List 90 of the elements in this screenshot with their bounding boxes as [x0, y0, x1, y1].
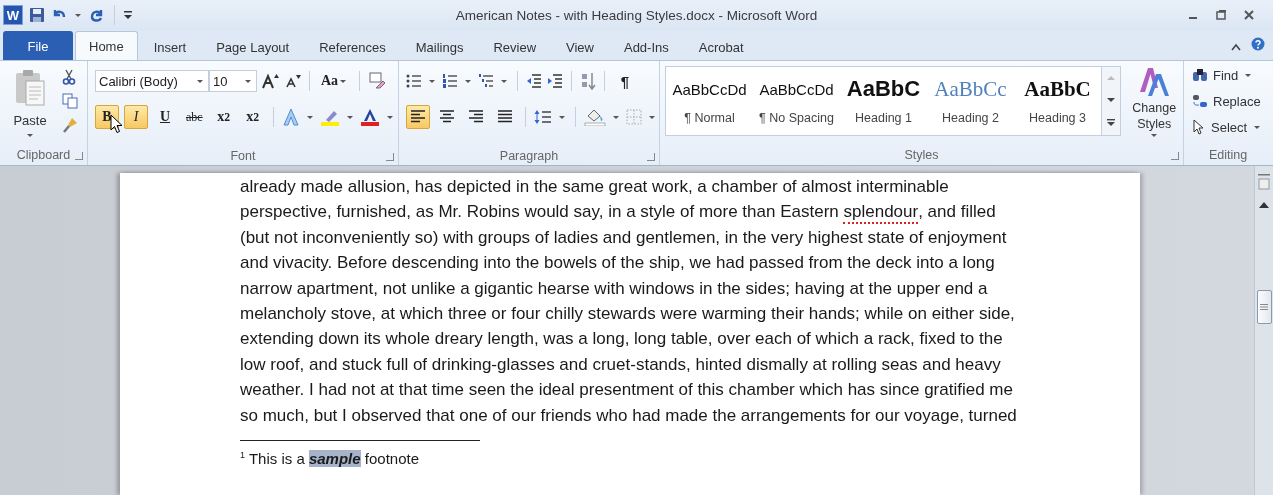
- group-label: Font: [230, 148, 256, 163]
- decrease-indent-icon[interactable]: [526, 73, 542, 89]
- style-item[interactable]: AaBbC Heading 1: [840, 67, 927, 135]
- scrollbar-thumb[interactable]: [1256, 290, 1272, 324]
- format-painter-icon[interactable]: [62, 117, 78, 133]
- format-button[interactable]: I: [124, 105, 148, 129]
- shrink-font-icon[interactable]: [285, 74, 301, 88]
- body-text-line: weather. I had not at that time seen the ideal presentment of this chamber which has since gratified me: [240, 379, 1014, 402]
- style-item[interactable]: AaBbCcDd ¶ Normal: [666, 67, 753, 135]
- dialog-launcher-icon[interactable]: [386, 152, 394, 161]
- ribbon-tab[interactable]: File: [3, 31, 73, 60]
- cut-icon[interactable]: [62, 69, 76, 85]
- copy-icon[interactable]: [62, 93, 78, 109]
- alignment-icon: [468, 110, 484, 124]
- alignment-icon: [497, 110, 513, 124]
- ribbon-tab[interactable]: References: [305, 33, 400, 60]
- scroll-up-icon[interactable]: [1259, 202, 1269, 208]
- alignment-icon: [439, 110, 455, 124]
- collapse-ribbon-icon[interactable]: [1231, 43, 1241, 51]
- group-label: Clipboard: [16, 148, 71, 163]
- save-icon[interactable]: [29, 7, 45, 23]
- pointer-icon: [1192, 119, 1206, 135]
- text-effects-icon[interactable]: [281, 108, 300, 126]
- word-logo[interactable]: W: [3, 5, 23, 25]
- body-text-line: extending down its whole dreary length, was a long, long table, over each of which a rack, fixed to the: [240, 328, 1004, 351]
- ribbon-tab[interactable]: Insert: [139, 33, 201, 60]
- bullets-icon[interactable]: [406, 73, 422, 89]
- ribbon-tab[interactable]: Page Layout: [202, 33, 304, 60]
- numbering-icon[interactable]: [442, 73, 458, 89]
- grow-font-icon[interactable]: [262, 73, 280, 89]
- footnote: $^{1}$ This is a sample footnote: [240, 449, 421, 467]
- body-text-line: perspective, furnished, as Mr. Robins would say, in a style of more than Eastern splendour, and filled: [240, 199, 1016, 225]
- font-color-icon[interactable]: [359, 108, 380, 126]
- window-title: American Notes - with Heading Styles.docx - Microsoft Word: [455, 7, 818, 23]
- group-label: Paragraph: [499, 148, 559, 163]
- mouse-pointer-icon: [110, 114, 123, 134]
- body-text-line: so much, but I observed that one of our friends who had made the arrangements for our voyage, turned: [240, 404, 1016, 427]
- caret-icon[interactable]: [75, 13, 81, 17]
- font-size-field[interactable]: 10: [209, 70, 257, 92]
- highlighter-icon[interactable]: [319, 108, 340, 126]
- align-button[interactable]: [406, 105, 430, 129]
- line-spacing-icon[interactable]: [534, 109, 552, 125]
- increase-indent-icon[interactable]: [547, 73, 563, 89]
- restore-icon[interactable]: [1215, 9, 1227, 21]
- multilevel-list-icon[interactable]: [478, 73, 494, 89]
- change-styles-button[interactable]: Change Styles: [1125, 66, 1183, 146]
- format-button[interactable]: U: [153, 105, 177, 129]
- ribbon-tab[interactable]: Review: [479, 33, 550, 60]
- replace-button[interactable]: Replace: [1192, 90, 1272, 112]
- ribbon-tab[interactable]: Acrobat: [684, 33, 758, 60]
- body-text-line: already made allusion, has depicted in the same great work, a chamber of almost interminable: [240, 176, 950, 198]
- ruler-toggle-icon[interactable]: [1257, 174, 1271, 190]
- show-marks-button[interactable]: ¶: [613, 69, 637, 93]
- dialog-launcher-icon[interactable]: [75, 151, 83, 160]
- binoculars-icon: [1192, 68, 1208, 82]
- redo-icon[interactable]: [89, 7, 105, 23]
- sort-icon[interactable]: [580, 72, 596, 90]
- style-item[interactable]: AaBbCc Heading 2: [927, 67, 1014, 135]
- change-styles-icon: [1138, 66, 1171, 98]
- body-text-line: melancholy stove, at which three or four chilly stewards were warming their hands; while on either side,: [240, 302, 1016, 325]
- group-label: Styles: [904, 148, 939, 163]
- body-text-line: (but not inconveniently so) with groups of ladies and gentlemen, in the very highest state of enjoyment: [240, 226, 1008, 249]
- dialog-launcher-icon[interactable]: [1171, 151, 1179, 160]
- format-button[interactable]: abc: [182, 105, 207, 129]
- scroll-down-icon[interactable]: [1107, 97, 1116, 103]
- select-button[interactable]: Select: [1192, 116, 1272, 138]
- body-text-line: narrow apartment, not unlike a gigantic hearse with windows in the sides; having at the upper end a: [240, 277, 989, 300]
- style-item[interactable]: AaBbC Heading 3: [1014, 67, 1101, 135]
- group-label: Editing: [1208, 148, 1248, 163]
- alignment-icon: [410, 110, 426, 124]
- clipboard-icon: [13, 69, 47, 107]
- paste-button[interactable]: Paste: [4, 65, 56, 141]
- find-button[interactable]: Find: [1192, 64, 1272, 86]
- close-icon[interactable]: [1243, 9, 1255, 21]
- ribbon-tab[interactable]: Mailings: [401, 33, 478, 60]
- ribbon-tab[interactable]: View: [552, 33, 608, 60]
- ribbon-tab[interactable]: Home: [75, 31, 138, 60]
- shading-icon[interactable]: [584, 108, 606, 126]
- body-text-line: and vivacity. Before descending into the bowels of the ship, we had passed from the deck into a long: [240, 252, 996, 275]
- clear-formatting-icon[interactable]: [368, 72, 387, 90]
- style-item[interactable]: AaBbCcDd ¶ No Spacing: [753, 67, 840, 135]
- replace-icon: [1192, 94, 1208, 108]
- change-case-button[interactable]: Aa: [318, 69, 352, 93]
- ribbon-tab[interactable]: Add-Ins: [609, 33, 683, 60]
- help-icon[interactable]: [1251, 37, 1265, 51]
- body-text-line: low roof, and stuck full of drinking-glasses and cruet-stands, hinted dismally at rolling seas and heavy: [240, 353, 1002, 376]
- more-styles-icon[interactable]: [1107, 119, 1116, 127]
- customize-icon[interactable]: [124, 10, 132, 20]
- dialog-launcher-icon[interactable]: [647, 152, 655, 161]
- font-name-field[interactable]: Calibri (Body): [95, 70, 209, 92]
